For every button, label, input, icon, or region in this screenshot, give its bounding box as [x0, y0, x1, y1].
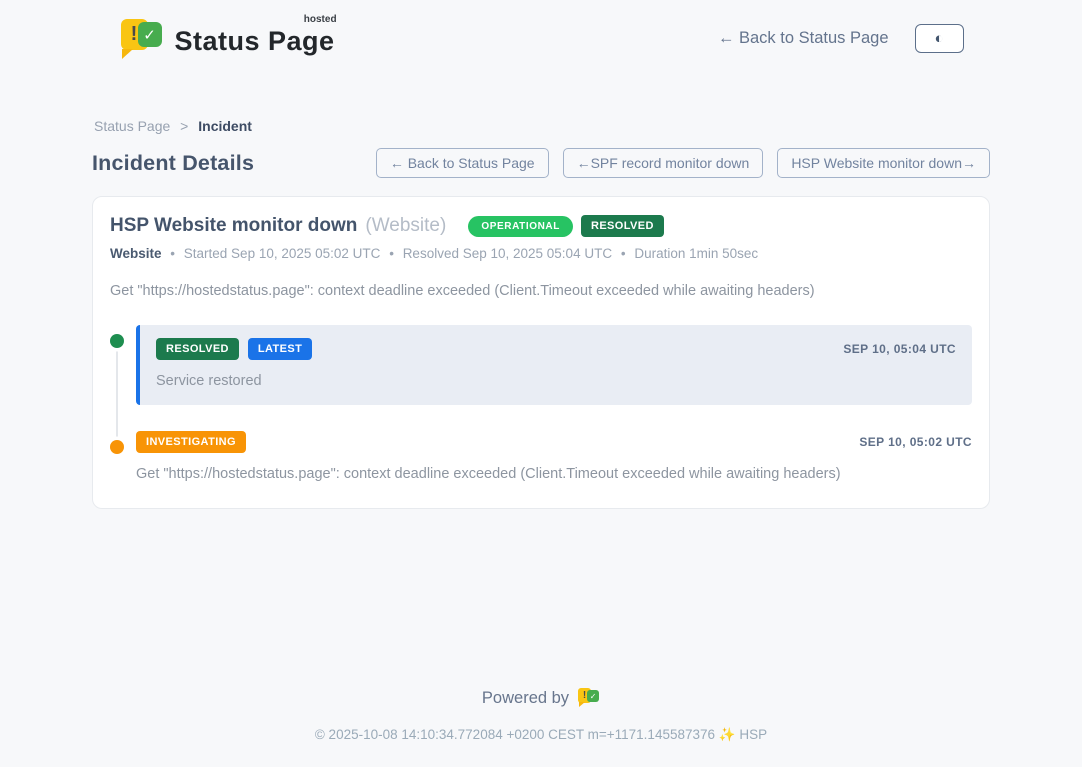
- checkmark-icon: ✓: [587, 690, 599, 702]
- copyright-text: © 2025-10-08 14:10:34.772084 +0200 CEST …: [315, 727, 715, 742]
- incident-component: (Website): [365, 215, 446, 237]
- prev-incident-button[interactable]: ←SPF record monitor down: [563, 148, 764, 178]
- meta-duration: Duration 1min 50sec: [634, 246, 758, 261]
- sparkles-icon: ✨: [719, 727, 736, 742]
- theme-toggle-button[interactable]: ◐: [915, 24, 964, 53]
- header: ! ✓ Status Page hosted ← Back to Status …: [0, 0, 1082, 70]
- footer-status-page-logo-icon[interactable]: ! ✓: [578, 687, 600, 709]
- incident-meta: Website • Started Sep 10, 2025 05:02 UTC…: [110, 246, 972, 261]
- timeline-dot-investigating: [110, 440, 124, 454]
- investigating-badge: INVESTIGATING: [136, 431, 246, 453]
- timeline-entry: RESOLVED LATEST SEP 10, 05:04 UTC Service r…: [110, 325, 972, 405]
- copyright-brand: HSP: [739, 727, 767, 742]
- meta-component: Website: [110, 246, 162, 261]
- timeline-message: Get "https://hostedstatus.page": context…: [136, 466, 972, 482]
- resolved-status-badge: RESOLVED: [581, 215, 664, 237]
- resolved-badge: RESOLVED: [156, 338, 239, 360]
- timeline-entry-box: INVESTIGATING SEP 10, 05:02 UTC Get "https…: [136, 431, 972, 482]
- timeline-entry: INVESTIGATING SEP 10, 05:02 UTC Get "https…: [110, 431, 972, 482]
- logo-bubble-tail: [579, 702, 585, 707]
- checkmark-icon: ✓: [138, 22, 162, 47]
- timeline-message: Service restored: [156, 373, 956, 389]
- incident-timeline: RESOLVED LATEST SEP 10, 05:04 UTC Service r…: [110, 325, 972, 482]
- main-content: Status Page > Incident Incident Details …: [92, 118, 990, 767]
- copyright-line: © 2025-10-08 14:10:34.772084 +0200 CEST …: [92, 727, 990, 767]
- latest-badge: LATEST: [248, 338, 312, 360]
- breadcrumb-incident: Incident: [198, 118, 252, 134]
- status-page-logo-icon: ! ✓: [119, 16, 163, 60]
- footer: Powered by ! ✓ © 2025-10-08 14:10:34.772…: [92, 687, 990, 767]
- brand-text: Status Page hosted: [175, 16, 335, 57]
- page-title: Incident Details: [92, 151, 254, 176]
- meta-resolved: Resolved Sep 10, 2025 05:04 UTC: [403, 246, 612, 261]
- incident-description: Get "https://hostedstatus.page": context…: [110, 283, 972, 299]
- back-to-status-page-button[interactable]: ← Back to Status Page: [376, 148, 549, 178]
- timeline-dot-resolved: [110, 334, 124, 348]
- incident-card: HSP Website monitor down (Website) OPERA…: [92, 196, 990, 509]
- meta-started: Started Sep 10, 2025 05:02 UTC: [184, 246, 381, 261]
- next-incident-button[interactable]: HSP Website monitor down→: [777, 148, 990, 178]
- breadcrumb-separator: >: [180, 118, 188, 134]
- timeline-entry-box: RESOLVED LATEST SEP 10, 05:04 UTC Service r…: [136, 325, 972, 405]
- powered-by-label: Powered by: [482, 689, 569, 708]
- breadcrumb-status-page[interactable]: Status Page: [94, 118, 170, 134]
- timeline-timestamp: SEP 10, 05:02 UTC: [859, 435, 972, 449]
- incident-title: HSP Website monitor down: [110, 215, 357, 237]
- brand-hosted-superscript: hosted: [304, 14, 337, 25]
- logo-bubble-tail: [122, 49, 133, 59]
- incident-nav-buttons: ← Back to Status Page ←SPF record monitor…: [376, 148, 990, 178]
- header-back-to-status-page-link[interactable]: ← Back to Status Page: [718, 29, 889, 48]
- half-circle-theme-icon: ◐: [934, 31, 943, 46]
- timeline-timestamp: SEP 10, 05:04 UTC: [843, 342, 956, 356]
- breadcrumb: Status Page > Incident: [94, 118, 990, 134]
- brand-name: Status Page: [175, 26, 335, 56]
- brand-logo[interactable]: ! ✓ Status Page hosted: [119, 16, 335, 60]
- operational-status-badge: OPERATIONAL: [468, 216, 573, 237]
- powered-by: Powered by ! ✓: [482, 687, 600, 709]
